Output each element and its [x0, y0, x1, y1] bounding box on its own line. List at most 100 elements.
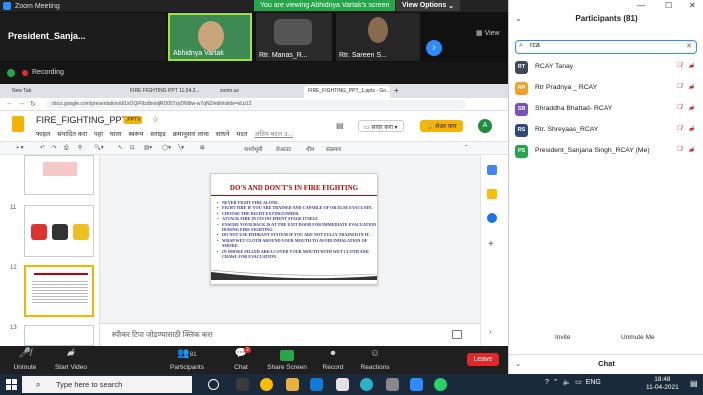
- speaker-icon[interactable]: 🔈: [563, 379, 572, 386]
- select-icon[interactable]: ↖: [118, 145, 123, 151]
- chrome-icon[interactable]: [260, 378, 273, 391]
- toolbar-background[interactable]: पार्श्वभूमी: [244, 145, 263, 153]
- redo-icon[interactable]: ↷: [52, 145, 57, 151]
- leave-button[interactable]: Leave: [467, 353, 499, 366]
- settings-icon[interactable]: [386, 378, 399, 391]
- chevron-right-icon[interactable]: ›: [489, 327, 492, 336]
- language-indicator[interactable]: ENG: [586, 379, 601, 386]
- slide-thumbnail[interactable]: [24, 205, 94, 257]
- slide-thumbnail[interactable]: [24, 155, 94, 195]
- edge-icon[interactable]: [360, 378, 373, 391]
- invite-button[interactable]: Invite: [555, 334, 571, 341]
- toolbar-theme[interactable]: थीम: [306, 145, 314, 153]
- speaker-notes[interactable]: स्पीकर टिपा जोडण्यासाठी क्लिक करा: [100, 323, 480, 346]
- star-icon[interactable]: ☆: [152, 115, 159, 124]
- next-page-button[interactable]: ›: [426, 40, 442, 56]
- undo-icon[interactable]: ↶: [40, 145, 45, 151]
- clear-search-icon[interactable]: ✕: [686, 42, 692, 50]
- start-video-button[interactable]: ▰̸ Start Video: [46, 346, 96, 371]
- slide-canvas[interactable]: DO'S AND DON'T'S IN FIRE FIGHTING NEVER …: [100, 155, 480, 323]
- reload-icon[interactable]: ↻: [30, 100, 36, 108]
- browser-tab-active[interactable]: FIRE_FIGHTING_PPT_1.pptx - Go...: [304, 86, 390, 98]
- browser-tab[interactable]: New Tab: [8, 86, 58, 98]
- taskbar-search-input[interactable]: ⌕ Type here to search: [22, 376, 192, 393]
- toolbar-transition[interactable]: संक्रमण: [326, 145, 341, 153]
- participant-row[interactable]: RT RCAY Tanay 🎙̸ ▰̸: [509, 58, 703, 78]
- slide-thumbnail-selected[interactable]: [24, 265, 94, 317]
- browser-tab[interactable]: zoom.us: [216, 86, 286, 98]
- whatsapp-icon[interactable]: [434, 378, 447, 391]
- share-button[interactable]: 🔒 शेअर करा: [420, 120, 463, 132]
- line-icon[interactable]: ╲▾: [178, 145, 184, 151]
- taskbar-clock[interactable]: 18:48 11-04-2021: [646, 376, 679, 392]
- participant-row[interactable]: RP Rtr Pradnya _ RCAY 🎙̸ ▰̸: [509, 79, 703, 99]
- tasks-icon[interactable]: [487, 213, 497, 223]
- notifications-icon[interactable]: ▤: [690, 379, 698, 388]
- share-screen-button[interactable]: Share Screen: [262, 346, 312, 371]
- slides-logo-icon[interactable]: [12, 116, 24, 132]
- video-tile[interactable]: Rtr. Sareen S...: [336, 13, 420, 61]
- network-icon[interactable]: ⌃: [553, 379, 559, 386]
- image-icon[interactable]: ▨▾: [144, 145, 152, 151]
- participant-row[interactable]: RS Rtr. Shreyaas_RCAY 🎙̸ ▰̸: [509, 121, 703, 141]
- participant-search-input[interactable]: ⌕ rca ✕: [515, 40, 697, 54]
- menu-edit[interactable]: संपादित करा: [57, 131, 87, 138]
- menu-format[interactable]: स्वरूप: [129, 131, 144, 138]
- taskbar-app-icon[interactable]: [236, 378, 249, 391]
- close-icon[interactable]: ✕: [689, 1, 696, 10]
- store-icon[interactable]: [310, 378, 323, 391]
- slide-thumbnail[interactable]: [24, 325, 94, 346]
- chat-header[interactable]: ⌄ Chat: [509, 354, 703, 372]
- file-explorer-icon[interactable]: [286, 378, 299, 391]
- forward-icon[interactable]: →: [18, 100, 25, 107]
- reactions-button[interactable]: ☺ Reactions: [350, 346, 400, 371]
- menu-file[interactable]: फाइल: [36, 131, 50, 138]
- grid-view-icon[interactable]: [452, 330, 462, 339]
- menu-arrange[interactable]: क्रमानुसार लावा: [173, 131, 209, 138]
- video-tile[interactable]: President_Sanja...: [0, 13, 166, 61]
- paint-format-icon[interactable]: ⚲: [78, 145, 82, 151]
- task-view-icon[interactable]: [208, 379, 219, 390]
- shape-icon[interactable]: ◯▾: [162, 145, 171, 151]
- comment-icon[interactable]: ▤: [336, 121, 344, 130]
- menu-help[interactable]: मदत: [236, 131, 247, 138]
- present-button[interactable]: ▭ सादर करा ▾: [358, 120, 404, 132]
- keep-icon[interactable]: [487, 189, 497, 199]
- toolbar-layout[interactable]: लेआउट: [276, 145, 291, 153]
- collapse-icon[interactable]: ⌃: [464, 145, 469, 151]
- new-slide-icon[interactable]: + ▾: [16, 145, 24, 151]
- zoom-app-icon[interactable]: [410, 378, 423, 391]
- unmute-button[interactable]: 🎤̸ Unmute: [0, 346, 50, 371]
- menu-insert[interactable]: घाला: [110, 131, 122, 138]
- zoom-icon[interactable]: 🔍▾: [94, 145, 104, 151]
- last-edit-link[interactable]: अंतिम बदल उ...: [255, 131, 293, 138]
- print-icon[interactable]: ⎙: [64, 145, 68, 152]
- video-tile-active[interactable]: Abhidnya Vartak: [168, 13, 252, 61]
- chat-button[interactable]: 💬 2 Chat: [216, 346, 266, 371]
- menu-view[interactable]: पहा: [94, 131, 103, 138]
- participants-button[interactable]: 👥81 Participants: [162, 346, 212, 371]
- menu-tools[interactable]: साधने: [216, 131, 230, 138]
- url-field[interactable]: docs.google.com/presentation/d/1sOQiF9zd…: [46, 100, 466, 109]
- calendar-icon[interactable]: [487, 165, 497, 175]
- browser-tab[interactable]: FIRE FIGHTING PPT 11.04.2...: [126, 86, 214, 98]
- back-icon[interactable]: ←: [6, 100, 13, 107]
- menu-slide[interactable]: स्लाइड: [150, 131, 165, 138]
- maximize-icon[interactable]: ☐: [665, 1, 672, 10]
- textbox-icon[interactable]: ⊡: [130, 145, 135, 151]
- chevron-down-icon[interactable]: ⌄: [515, 14, 522, 23]
- participant-row[interactable]: SB Shraddha Bhattad- RCAY 🎙̸ ▰̸: [509, 100, 703, 120]
- battery-icon[interactable]: ▭: [575, 379, 582, 386]
- view-options-button[interactable]: View Options ⌄: [396, 0, 461, 11]
- new-tab-icon[interactable]: +: [394, 86, 399, 95]
- chevron-down-icon[interactable]: ⌄: [515, 359, 521, 368]
- video-tile[interactable]: Rtr. Manas_R...: [256, 13, 332, 61]
- view-button[interactable]: ▦ View: [476, 29, 500, 37]
- comment-add-icon[interactable]: ⊞: [200, 145, 205, 151]
- mail-icon[interactable]: [336, 378, 349, 391]
- unmute-me-button[interactable]: Unmute Me: [621, 334, 655, 341]
- current-slide[interactable]: DO'S AND DON'T'S IN FIRE FIGHTING NEVER …: [210, 173, 378, 285]
- participant-row-me[interactable]: PS President_Sanjana Singh_RCAY (Me) 🎙̸ …: [509, 142, 703, 162]
- avatar[interactable]: A: [478, 119, 492, 133]
- help-icon[interactable]: ?: [545, 379, 549, 386]
